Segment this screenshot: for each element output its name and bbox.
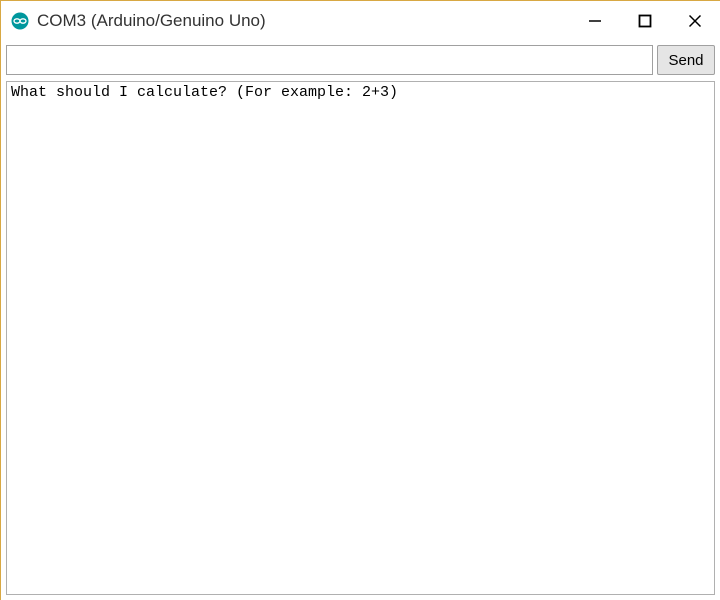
maximize-icon (638, 14, 652, 28)
minimize-button[interactable] (570, 1, 620, 41)
window-title: COM3 (Arduino/Genuino Uno) (37, 11, 570, 31)
maximize-button[interactable] (620, 1, 670, 41)
titlebar: COM3 (Arduino/Genuino Uno) (1, 1, 720, 41)
serial-monitor-window: COM3 (Arduino/Genuino Uno) Send (0, 0, 720, 600)
input-row: Send (1, 41, 720, 79)
window-controls (570, 1, 720, 41)
serial-input[interactable] (6, 45, 653, 75)
send-button[interactable]: Send (657, 45, 715, 75)
close-icon (688, 14, 702, 28)
close-button[interactable] (670, 1, 720, 41)
minimize-icon (588, 14, 602, 28)
arduino-icon (11, 12, 29, 30)
serial-output: What should I calculate? (For example: 2… (6, 81, 715, 595)
